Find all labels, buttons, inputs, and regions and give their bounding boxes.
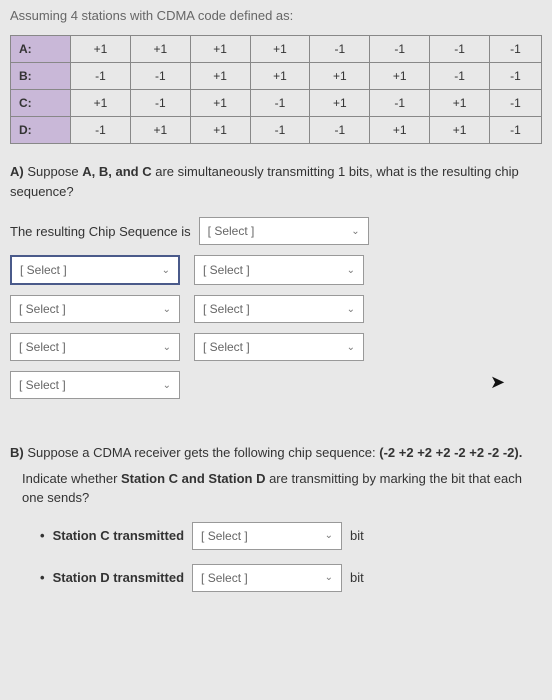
part-b-question: B) Suppose a CDMA receiver gets the foll… xyxy=(10,443,542,463)
cell: -1 xyxy=(130,90,190,117)
row-label: A: xyxy=(11,36,71,63)
chevron-down-icon: ⌄ xyxy=(347,342,355,353)
select-placeholder: [ Select ] xyxy=(203,263,250,277)
bit-label: bit xyxy=(350,570,364,585)
select-placeholder: [ Select ] xyxy=(201,529,248,543)
chip-select-7[interactable]: [ Select ] ⌄ xyxy=(10,371,180,399)
cell: +1 xyxy=(190,117,250,144)
row-label: C: xyxy=(11,90,71,117)
qb-text2: Indicate whether xyxy=(22,471,121,486)
cell: +1 xyxy=(130,36,190,63)
mouse-cursor-icon: ➤ xyxy=(490,372,505,393)
cell: +1 xyxy=(430,90,490,117)
chevron-down-icon: ⌄ xyxy=(325,530,333,541)
cell: +1 xyxy=(250,36,310,63)
cell: -1 xyxy=(490,63,542,90)
part-b-sub: Indicate whether Station C and Station D… xyxy=(22,469,542,508)
qb-bold2: Station C and Station D xyxy=(121,471,265,486)
qa-text1: Suppose xyxy=(27,164,82,179)
chevron-down-icon: ⌄ xyxy=(163,304,171,315)
chevron-down-icon: ⌄ xyxy=(351,226,359,237)
station-d-select[interactable]: [ Select ] ⌄ xyxy=(192,564,342,592)
cell: +1 xyxy=(250,63,310,90)
cell: -1 xyxy=(370,90,430,117)
station-d-label: Station D transmitted xyxy=(53,570,184,585)
chip-select-2[interactable]: [ Select ] ⌄ xyxy=(194,255,364,285)
cell: +1 xyxy=(430,117,490,144)
cell: -1 xyxy=(490,90,542,117)
chip-select-6[interactable]: [ Select ] ⌄ xyxy=(194,333,364,361)
cell: -1 xyxy=(71,63,131,90)
cell: +1 xyxy=(370,63,430,90)
cell: -1 xyxy=(310,36,370,63)
chevron-down-icon: ⌄ xyxy=(347,304,355,315)
cdma-table: A: +1 +1 +1 +1 -1 -1 -1 -1 B: -1 -1 +1 +… xyxy=(10,35,542,144)
select-placeholder: [ Select ] xyxy=(19,302,66,316)
chevron-down-icon: ⌄ xyxy=(163,342,171,353)
chip-select-3[interactable]: [ Select ] ⌄ xyxy=(10,295,180,323)
bullet-icon: • xyxy=(40,528,45,543)
row-label: B: xyxy=(11,63,71,90)
station-c-label: Station C transmitted xyxy=(53,528,184,543)
cell: +1 xyxy=(190,63,250,90)
select-placeholder: [ Select ] xyxy=(19,378,66,392)
cell: -1 xyxy=(430,63,490,90)
cell: -1 xyxy=(490,36,542,63)
table-row: B: -1 -1 +1 +1 +1 +1 -1 -1 xyxy=(11,63,542,90)
table-row: A: +1 +1 +1 +1 -1 -1 -1 -1 xyxy=(11,36,542,63)
result-select[interactable]: [ Select ] ⌄ xyxy=(199,217,369,245)
cell: +1 xyxy=(190,90,250,117)
chevron-down-icon: ⌄ xyxy=(325,572,333,583)
chip-select-4[interactable]: [ Select ] ⌄ xyxy=(194,295,364,323)
station-c-select[interactable]: [ Select ] ⌄ xyxy=(192,522,342,550)
select-placeholder: [ Select ] xyxy=(208,224,255,238)
cell: +1 xyxy=(310,90,370,117)
cell: -1 xyxy=(310,117,370,144)
row-label: D: xyxy=(11,117,71,144)
bit-label: bit xyxy=(350,528,364,543)
cell: +1 xyxy=(190,36,250,63)
table-row: C: +1 -1 +1 -1 +1 -1 +1 -1 xyxy=(11,90,542,117)
chip-select-5[interactable]: [ Select ] ⌄ xyxy=(10,333,180,361)
select-placeholder: [ Select ] xyxy=(20,263,67,277)
cell: -1 xyxy=(370,36,430,63)
cell: +1 xyxy=(71,90,131,117)
bullet-icon: • xyxy=(40,570,45,585)
intro-text: Assuming 4 stations with CDMA code defin… xyxy=(10,8,542,23)
chevron-down-icon: ⌄ xyxy=(163,380,171,391)
cell: -1 xyxy=(130,63,190,90)
cell: -1 xyxy=(250,117,310,144)
select-placeholder: [ Select ] xyxy=(203,302,250,316)
qb-text1: Suppose a CDMA receiver gets the followi… xyxy=(27,445,379,460)
part-a-question: A) Suppose A, B, and C are simultaneousl… xyxy=(10,162,542,201)
cell: -1 xyxy=(490,117,542,144)
result-label: The resulting Chip Sequence is xyxy=(10,224,191,239)
select-placeholder: [ Select ] xyxy=(203,340,250,354)
select-placeholder: [ Select ] xyxy=(201,571,248,585)
cell: -1 xyxy=(430,36,490,63)
cell: +1 xyxy=(71,36,131,63)
cell: -1 xyxy=(71,117,131,144)
select-placeholder: [ Select ] xyxy=(19,340,66,354)
cell: +1 xyxy=(310,63,370,90)
part-b-prefix: B) xyxy=(10,445,27,460)
chevron-down-icon: ⌄ xyxy=(347,265,355,276)
qb-seq: (-2 +2 +2 +2 -2 +2 -2 -2). xyxy=(379,445,522,460)
chip-select-1[interactable]: [ Select ] ⌄ xyxy=(10,255,180,285)
part-a-prefix: A) xyxy=(10,164,27,179)
cell: +1 xyxy=(370,117,430,144)
qa-bold: A, B, and C xyxy=(82,164,151,179)
cell: +1 xyxy=(130,117,190,144)
cell: -1 xyxy=(250,90,310,117)
table-row: D: -1 +1 +1 -1 -1 +1 +1 -1 xyxy=(11,117,542,144)
chevron-down-icon: ⌄ xyxy=(162,265,170,276)
